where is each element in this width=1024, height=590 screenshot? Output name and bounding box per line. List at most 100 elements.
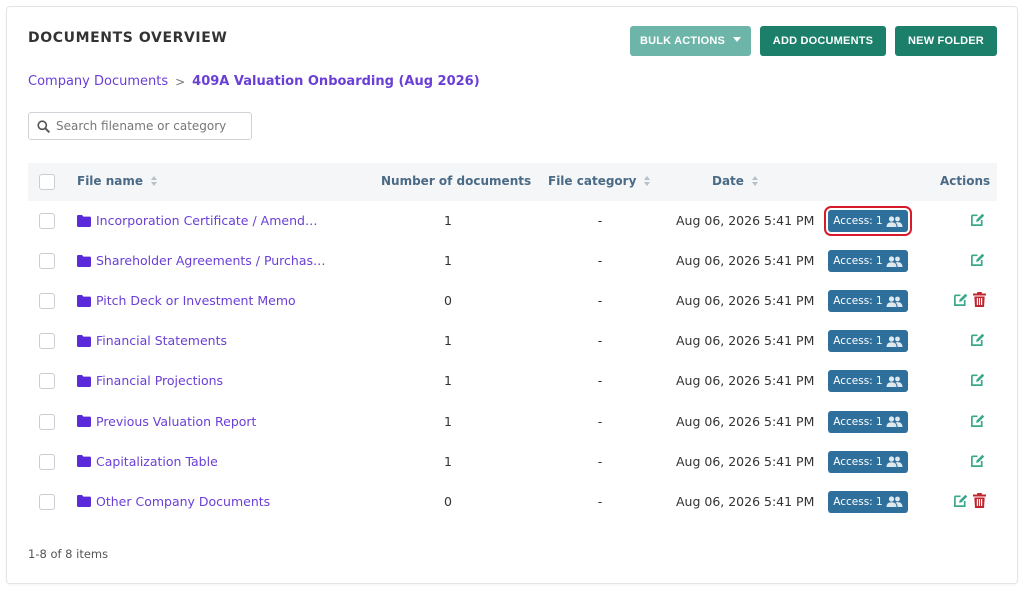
file-category: -	[597, 253, 603, 269]
file-name-link[interactable]: Financial Projections	[77, 373, 223, 388]
users-icon	[886, 416, 903, 427]
new-folder-button[interactable]: NEW FOLDER	[895, 26, 997, 56]
access-label: Access: 1	[833, 215, 883, 227]
users-icon	[886, 215, 903, 227]
row-checkbox[interactable]	[39, 333, 55, 350]
row-checkbox[interactable]	[39, 213, 55, 229]
access-button[interactable]: Access: 1	[828, 450, 908, 473]
document-count: 1	[444, 213, 452, 228]
file-name-label: Capitalization Table	[96, 453, 218, 469]
table-header: File name Number of documents File categ…	[28, 163, 997, 201]
access-button[interactable]: Access: 1	[828, 290, 908, 313]
document-count: 1	[444, 453, 452, 469]
users-icon	[886, 336, 903, 347]
row-checkbox[interactable]	[39, 493, 55, 510]
access-button[interactable]: Access: 1	[828, 410, 908, 433]
sort-icon	[751, 176, 758, 186]
file-name-link[interactable]: Capitalization Table	[77, 454, 218, 469]
file-category: -	[597, 413, 603, 429]
sort-icon	[644, 176, 651, 186]
file-name-link[interactable]: Incorporation Certificate / Amendm…	[77, 213, 328, 228]
folder-icon	[77, 214, 91, 227]
file-date: Aug 06, 2026 5:41 PM	[676, 253, 815, 269]
edit-icon[interactable]	[953, 292, 968, 307]
row-checkbox[interactable]	[39, 413, 55, 430]
table-row: Previous Valuation Report 1 - Aug 06, 2026 …	[28, 402, 997, 442]
breadcrumb-root-link[interactable]: Company Documents	[28, 74, 168, 89]
document-count: 1	[444, 373, 452, 389]
file-date: Aug 06, 2026 5:41 PM	[676, 333, 815, 349]
file-name-label: Other Company Documents	[96, 493, 271, 509]
column-actions-label: Actions	[940, 174, 991, 188]
column-actions: Actions	[940, 174, 990, 188]
pagination-info: 1-8 of 8 items	[28, 547, 109, 561]
access-label: Access: 1	[833, 335, 883, 348]
file-name-label: Financial Statements	[96, 333, 227, 349]
file-category: -	[597, 373, 603, 389]
table-row: Financial Projections 1 - Aug 06, 2026 5:41…	[28, 361, 997, 401]
edit-icon[interactable]	[970, 332, 985, 347]
users-icon	[886, 255, 903, 267]
table-row: Capitalization Table 1 - Aug 06, 2026 5:41 …	[28, 442, 997, 482]
document-count: 1	[444, 413, 452, 429]
access-label: Access: 1	[833, 415, 883, 428]
file-category: -	[597, 333, 603, 349]
column-file-name[interactable]: File name	[77, 174, 158, 188]
documents-overview-card: DOCUMENTS OVERVIEW BULK ACTIONS ADD DOCU…	[6, 6, 1018, 584]
access-button[interactable]: Access: 1	[828, 250, 908, 273]
edit-icon[interactable]	[970, 453, 985, 468]
folder-icon	[77, 374, 91, 387]
file-date: Aug 06, 2026 5:41 PM	[676, 293, 815, 309]
folder-icon	[77, 334, 91, 347]
access-button[interactable]: Access: 1	[828, 330, 908, 353]
edit-icon[interactable]	[953, 493, 968, 508]
bulk-actions-button[interactable]: BULK ACTIONS	[630, 26, 751, 56]
file-date: Aug 06, 2026 5:41 PM	[676, 413, 815, 429]
add-documents-button[interactable]: ADD DOCUMENTS	[760, 26, 886, 56]
trash-icon[interactable]	[973, 492, 986, 508]
column-file-category[interactable]: File category	[548, 174, 651, 188]
edit-icon[interactable]	[970, 413, 985, 428]
column-number-label: Number of documents	[381, 174, 532, 188]
table-row: Pitch Deck or Investment Memo 0 - Aug 06, 2…	[28, 281, 997, 321]
access-button[interactable]: Access: 1	[828, 370, 908, 393]
file-name-label: Shareholder Agreements / Purchase…	[96, 253, 328, 269]
file-name-link[interactable]: Pitch Deck or Investment Memo	[77, 293, 296, 308]
breadcrumb-separator: >	[175, 74, 186, 89]
folder-icon	[77, 495, 91, 508]
file-name-label: Incorporation Certificate / Amendm…	[96, 213, 328, 228]
search-input[interactable]	[56, 119, 236, 133]
select-all-checkbox[interactable]	[39, 174, 55, 190]
access-label: Access: 1	[833, 255, 883, 268]
edit-icon[interactable]	[970, 252, 985, 267]
edit-icon[interactable]	[970, 212, 985, 227]
folder-icon	[77, 294, 91, 307]
trash-icon[interactable]	[973, 292, 986, 308]
row-checkbox[interactable]	[39, 373, 55, 390]
document-count: 1	[444, 253, 452, 269]
folder-icon	[77, 254, 91, 267]
file-name-label: Previous Valuation Report	[96, 413, 257, 429]
file-date: Aug 06, 2026 5:41 PM	[676, 453, 815, 469]
column-file-category-label: File category	[548, 174, 637, 188]
users-icon	[886, 296, 903, 307]
file-name-link[interactable]: Financial Statements	[77, 333, 227, 348]
access-button[interactable]: Access: 1	[828, 490, 908, 513]
users-icon	[886, 456, 903, 468]
file-name-link[interactable]: Other Company Documents	[77, 494, 270, 509]
sort-icon	[151, 176, 158, 186]
row-checkbox[interactable]	[39, 293, 55, 310]
column-date-label: Date	[712, 174, 744, 188]
row-checkbox[interactable]	[39, 253, 55, 270]
caret-down-icon	[733, 36, 742, 42]
file-name-link[interactable]: Previous Valuation Report	[77, 414, 256, 429]
access-button[interactable]: Access: 1	[824, 206, 912, 236]
search-box	[28, 112, 252, 140]
breadcrumb-current: 409A Valuation Onboarding (Aug 2026)	[192, 74, 480, 89]
file-name-link[interactable]: Shareholder Agreements / Purchase…	[77, 253, 328, 268]
access-label: Access: 1	[833, 495, 883, 508]
column-date[interactable]: Date	[712, 174, 758, 188]
edit-icon[interactable]	[970, 372, 985, 387]
row-checkbox[interactable]	[39, 453, 55, 470]
folder-icon	[77, 415, 91, 427]
